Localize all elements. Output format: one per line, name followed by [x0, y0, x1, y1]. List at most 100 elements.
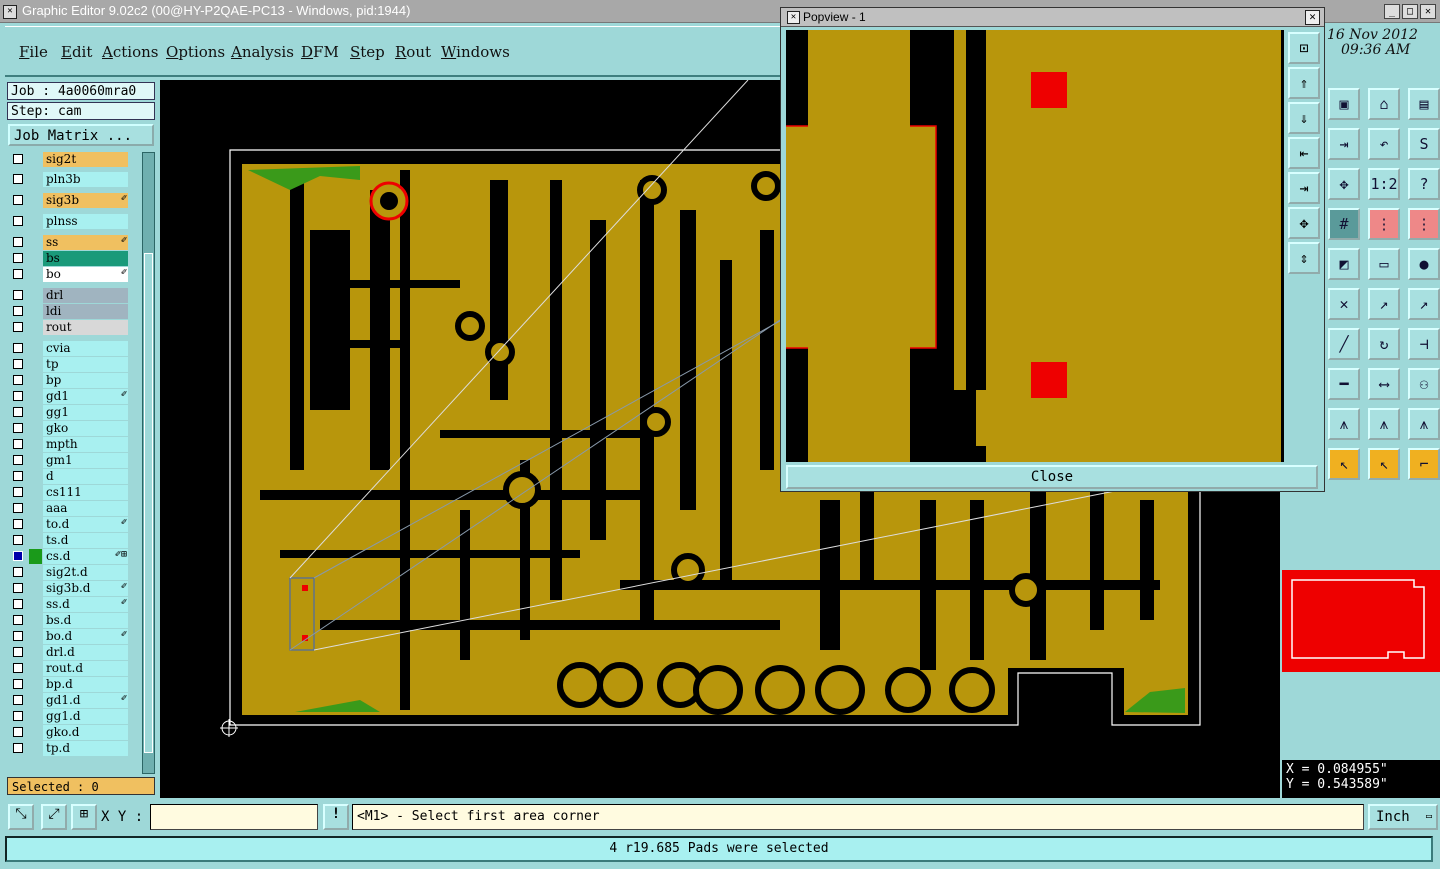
layer-name[interactable]: sig2t.d [43, 565, 128, 580]
layer-row[interactable]: ldi [7, 304, 133, 319]
minimize-icon[interactable]: _ [1384, 4, 1400, 19]
scroll-thumb[interactable] [144, 253, 153, 753]
layer-checkbox[interactable] [13, 439, 23, 449]
layer-row[interactable]: cs.d ✐⊞ [7, 549, 133, 564]
layer-row[interactable]: ss.d ✐ [7, 597, 133, 612]
layer-row[interactable]: tp.d [7, 741, 133, 756]
layer-checkbox[interactable] [13, 743, 23, 753]
import-tool-button[interactable]: ⇥ [1328, 128, 1360, 160]
popview-canvas[interactable] [786, 30, 1284, 462]
layer-checkbox[interactable] [13, 343, 23, 353]
layer-name[interactable]: pln3b [43, 172, 128, 187]
layer-name[interactable]: sig3b.d [43, 581, 128, 596]
scale-tool-button[interactable]: 1:2 [1368, 168, 1400, 200]
layer-row[interactable]: rout.d [7, 661, 133, 676]
layer-name[interactable]: gd1.d [43, 693, 128, 708]
fanout-tool-button[interactable]: ⊣ [1408, 328, 1440, 360]
layer-name[interactable]: bp.d [43, 677, 128, 692]
layer-name[interactable]: bo.d [43, 629, 128, 644]
layer-checkbox[interactable] [13, 407, 23, 417]
layer-checkbox[interactable] [13, 253, 23, 263]
layer-row[interactable]: bs.d [7, 613, 133, 628]
layer-name[interactable]: ts.d [43, 533, 128, 548]
menu-step[interactable]: Step [350, 43, 385, 61]
layer-checkbox[interactable] [13, 647, 23, 657]
center-vertical-button[interactable]: ⇕ [1288, 242, 1320, 274]
minimap[interactable] [1282, 570, 1440, 672]
zoom-out-button[interactable]: ⇓ [1288, 102, 1320, 134]
layer-checkbox[interactable] [13, 519, 23, 529]
layer-checkbox[interactable] [13, 423, 23, 433]
help-tool-button[interactable]: ? [1408, 168, 1440, 200]
layer-checkbox[interactable] [13, 471, 23, 481]
layer-name[interactable]: gko.d [43, 725, 128, 740]
layer-checkbox[interactable] [13, 306, 23, 316]
layer-row[interactable]: gd1.d ✐ [7, 693, 133, 708]
edit-shape-tool-button[interactable]: ◩ [1328, 248, 1360, 280]
layer-name[interactable]: drl.d [43, 645, 128, 660]
job-matrix-button[interactable]: Job Matrix ... [8, 124, 154, 146]
layer-row[interactable]: d [7, 469, 133, 484]
layer-row[interactable]: gd1 ✐ [7, 389, 133, 404]
layer-checkbox[interactable] [13, 391, 23, 401]
layer-row[interactable]: sig2t.d [7, 565, 133, 580]
alert-button[interactable]: ! [323, 804, 349, 830]
menu-windows[interactable]: Windows [441, 43, 510, 61]
layer-name[interactable]: sig3b [43, 193, 128, 208]
layer-name[interactable]: plnss [43, 214, 128, 229]
layer-row[interactable]: cvia [7, 341, 133, 356]
zoom-home-button[interactable]: ⤢ [41, 804, 67, 830]
layer-name[interactable]: drl [43, 288, 128, 303]
layer-row[interactable]: bo ✐ [7, 267, 133, 282]
menu-options[interactable]: Options [166, 43, 225, 61]
layer-name[interactable]: bs.d [43, 613, 128, 628]
layer-name[interactable]: sig2t [43, 152, 128, 167]
layer-checkbox[interactable] [13, 567, 23, 577]
layer-row[interactable]: rout [7, 320, 133, 335]
layer-row[interactable]: bp.d [7, 677, 133, 692]
layer-checkbox[interactable] [13, 551, 23, 561]
layer-checkbox[interactable] [13, 695, 23, 705]
net-a-tool-button[interactable]: ⋮ [1368, 208, 1400, 240]
layer-row[interactable]: sig3b ✐ [7, 193, 133, 208]
close-icon[interactable]: ✕ [1420, 4, 1436, 19]
ruler-tool-button[interactable]: ▭ [1368, 248, 1400, 280]
drag-a-tool-button[interactable]: ↗ [1368, 288, 1400, 320]
group-tool-button[interactable]: ⚇ [1408, 368, 1440, 400]
layer-row[interactable]: mpth [7, 437, 133, 452]
layer-checkbox[interactable] [13, 599, 23, 609]
layer-row[interactable]: plnss [7, 214, 133, 229]
measure-tool-button[interactable]: ⟷ [1368, 368, 1400, 400]
layer-row[interactable]: gg1 [7, 405, 133, 420]
layer-row[interactable]: bp [7, 373, 133, 388]
home-tool-button[interactable]: ⌂ [1368, 88, 1400, 120]
layer-name[interactable]: gd1 [43, 389, 128, 404]
layer-row[interactable]: tp [7, 357, 133, 372]
layer-checkbox[interactable] [13, 455, 23, 465]
layer-name[interactable]: ss.d [43, 597, 128, 612]
layer-name[interactable]: cvia [43, 341, 128, 356]
layer-checkbox[interactable] [13, 195, 23, 205]
layer-name[interactable]: to.d [43, 517, 128, 532]
select-tool-button[interactable]: ↖ [1328, 448, 1360, 480]
menu-analysis[interactable]: Analysis [231, 43, 294, 61]
layer-checkbox[interactable] [13, 663, 23, 673]
layer-name[interactable]: cs111 [43, 485, 128, 500]
layer-row[interactable]: to.d ✐ [7, 517, 133, 532]
drag-b-tool-button[interactable]: ↗ [1408, 288, 1440, 320]
layer-row[interactable]: bs [7, 251, 133, 266]
connect-tool-button[interactable]: ⌐ [1408, 448, 1440, 480]
layer-checkbox[interactable] [13, 154, 23, 164]
maximize-icon[interactable]: □ [1402, 4, 1418, 19]
layer-checkbox[interactable] [13, 174, 23, 184]
menu-file[interactable]: File [19, 43, 48, 61]
layer-name[interactable]: tp.d [43, 741, 128, 756]
pad-tool-button[interactable]: ● [1408, 248, 1440, 280]
layer-name[interactable]: rout.d [43, 661, 128, 676]
layer-checkbox[interactable] [13, 503, 23, 513]
layer-name[interactable]: gg1 [43, 405, 128, 420]
undo-tool-button[interactable]: ↶ [1368, 128, 1400, 160]
arc-tool-button[interactable]: ↻ [1368, 328, 1400, 360]
layer-row[interactable]: drl.d [7, 645, 133, 660]
menu-edit[interactable]: Edit [61, 43, 92, 61]
